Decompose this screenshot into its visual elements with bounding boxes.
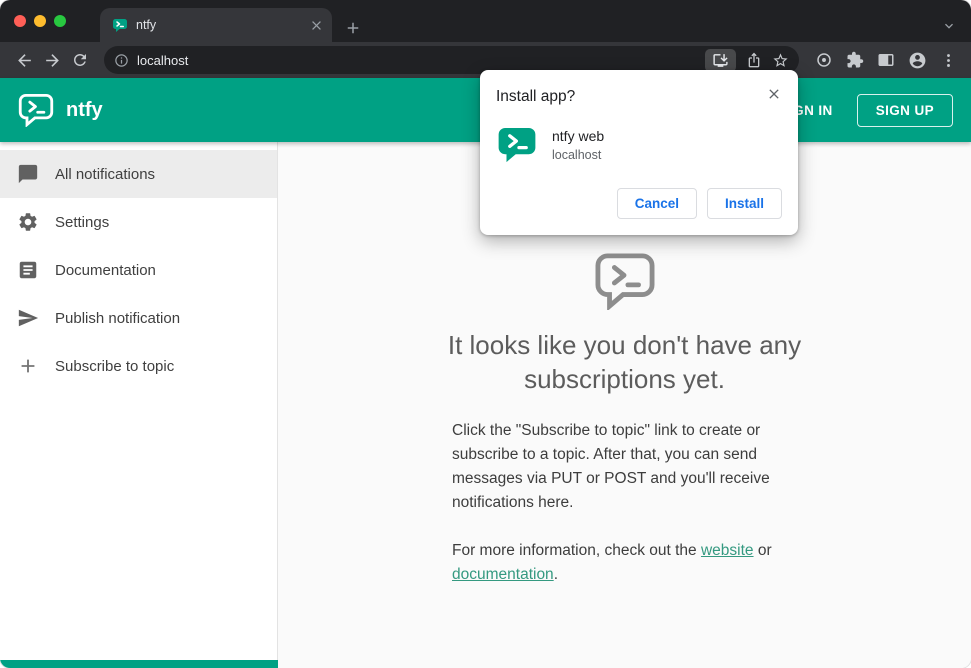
tab-search-button[interactable] (941, 18, 957, 34)
ntfy-app-icon (498, 127, 536, 163)
sidebar-item-settings[interactable]: Settings (0, 198, 277, 246)
install-dialog-actions: Cancel Install (496, 188, 782, 219)
cancel-button[interactable]: Cancel (616, 188, 697, 219)
links-paragraph-or: or (753, 541, 772, 559)
chevron-down-icon (945, 23, 953, 29)
sidebar-item-label: Documentation (55, 261, 156, 279)
install-app-button[interactable] (705, 48, 736, 72)
empty-state: It looks like you don't have any subscri… (395, 252, 855, 587)
documentation-link[interactable]: documentation (452, 566, 554, 583)
site-info-icon[interactable] (114, 53, 129, 68)
url-text: localhost (137, 52, 189, 68)
install-dialog-app-row: ntfy web localhost (496, 124, 782, 166)
avatar-icon (909, 52, 926, 68)
article-icon (19, 261, 37, 279)
forward-button[interactable] (38, 46, 66, 74)
sidebar-item-label: Subscribe to topic (55, 357, 175, 375)
pinned-extension-icon (817, 53, 831, 67)
close-icon (312, 20, 321, 30)
tab-close-button[interactable] (309, 18, 324, 33)
reload-icon (74, 54, 86, 66)
share-button[interactable] (746, 52, 762, 68)
macos-window-controls (0, 0, 84, 42)
sidebar-item-all-notifications[interactable]: All notifications (0, 150, 277, 198)
empty-state-heading: It looks like you don't have any subscri… (447, 330, 802, 394)
install-dialog-app-meta: ntfy web localhost (552, 128, 604, 162)
plus-icon (21, 359, 35, 373)
empty-state-paragraph: Click the "Subscribe to topic" link to c… (452, 421, 770, 511)
sidebar-bottom-strip (0, 660, 278, 668)
close-icon (769, 89, 779, 99)
install-dialog-header: Install app? (496, 86, 782, 106)
links-paragraph-prefix: For more information, check out the (452, 541, 701, 559)
extensions-button[interactable] (846, 51, 864, 69)
new-tab-button[interactable] (344, 19, 362, 37)
ntfy-terminal-icon (595, 253, 654, 312)
app-origin: localhost (552, 148, 602, 162)
tab-strip: ntfy (0, 0, 971, 42)
links-paragraph-end: . (553, 565, 558, 583)
plus-icon (347, 22, 359, 34)
ntfy-logo-icon (18, 93, 54, 127)
profile-button[interactable] (908, 51, 927, 70)
sidebar-item-label: All notifications (55, 165, 156, 183)
browser-window: ntfy localhost ntfy SIGN IN SIGN UP All … (0, 0, 971, 668)
bookmark-button[interactable] (772, 52, 789, 69)
sidebar-item-label: Settings (55, 213, 110, 231)
install-dialog-title: Install app? (496, 88, 576, 105)
sign-up-button[interactable]: SIGN UP (856, 93, 953, 127)
sidebar-item-subscribe-to-topic[interactable]: Subscribe to topic (0, 342, 277, 390)
sidebar: All notifications Settings Documentation… (0, 142, 278, 668)
gear-icon (19, 213, 37, 231)
brand-title: ntfy (66, 98, 103, 121)
pinned-extension-button[interactable] (815, 51, 833, 69)
side-panel-button[interactable] (877, 51, 895, 69)
browser-tab[interactable]: ntfy (100, 8, 332, 42)
back-button[interactable] (10, 46, 38, 74)
puzzle-icon (847, 51, 864, 68)
macos-close-button[interactable] (14, 15, 26, 27)
share-icon (748, 52, 760, 68)
forward-arrow-icon (45, 53, 59, 67)
back-arrow-icon (17, 53, 31, 67)
reload-button[interactable] (66, 46, 94, 74)
macos-maximize-button[interactable] (54, 15, 66, 27)
star-icon (773, 52, 788, 67)
empty-state-links-paragraph: For more information, check out the webs… (452, 539, 797, 587)
sidebar-item-publish-notification[interactable]: Publish notification (0, 294, 277, 342)
macos-minimize-button[interactable] (34, 15, 46, 27)
side-panel-icon (878, 54, 894, 66)
sidebar-item-documentation[interactable]: Documentation (0, 246, 277, 294)
install-dialog: Install app? ntfy web localhost Cancel I… (480, 70, 798, 235)
tab-title: ntfy (136, 18, 157, 32)
app-name: ntfy web (552, 128, 605, 144)
kebab-menu-icon (947, 53, 950, 67)
install-button[interactable]: Install (706, 188, 782, 219)
browser-menu-button[interactable] (940, 52, 957, 69)
chat-bubble-icon (18, 164, 38, 184)
sidebar-item-label: Publish notification (55, 309, 181, 327)
website-link[interactable]: website (701, 542, 754, 559)
toolbar-actions (809, 51, 961, 70)
install-desktop-icon (713, 53, 728, 67)
tab-favicon-terminal-icon (113, 18, 127, 32)
send-icon (18, 309, 39, 327)
dialog-close-button[interactable] (766, 86, 782, 102)
